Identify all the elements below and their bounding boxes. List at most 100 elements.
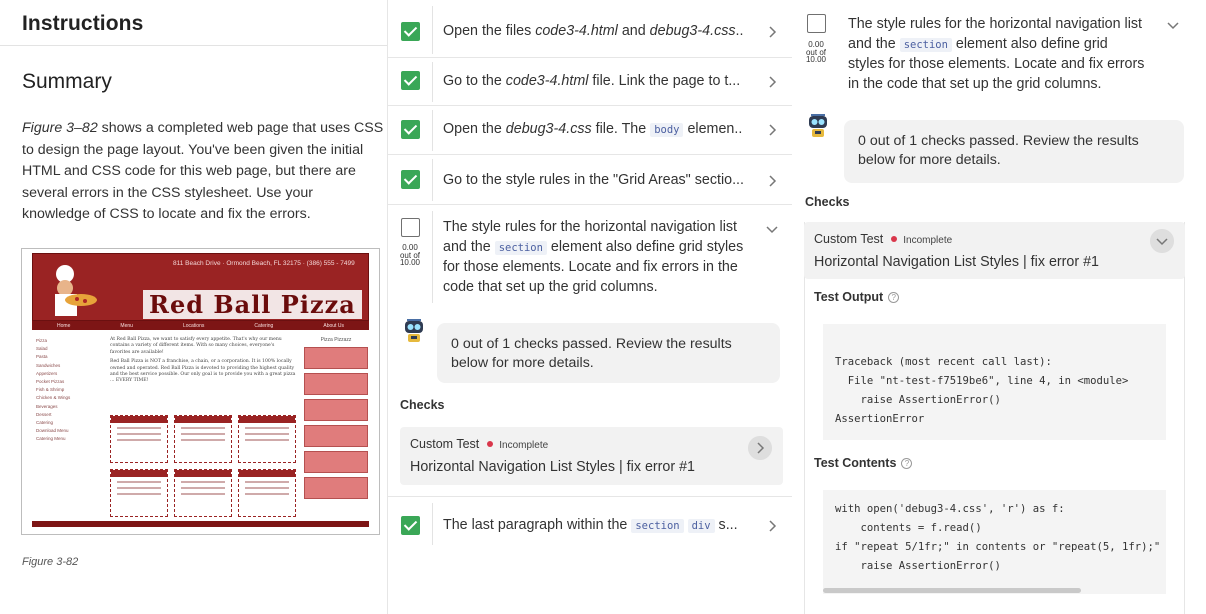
result-message: 0 out of 1 checks passed. Review the res…: [437, 323, 780, 383]
test-contents-label: Test Contents?: [814, 456, 913, 470]
instructions-pane: Instructions Summary Figure 3–82 shows a…: [0, 0, 388, 614]
figure-sidebar-item: Appetizers: [36, 370, 58, 376]
figure-fact-box: [304, 477, 368, 499]
checks-heading: Checks: [400, 398, 445, 412]
figure-sidebar-item: Chicken & Wings: [36, 395, 71, 401]
figure-caption: Figure 3-82: [22, 556, 79, 568]
instructions-header: Instructions: [0, 0, 387, 46]
figure-fact-box: [304, 373, 368, 395]
figure-right-label: Pizza Pizzazz: [320, 337, 352, 343]
horizontal-scrollbar[interactable]: [823, 588, 1081, 593]
step-item-5-expanded: 0.00 out of 10.00 The style rules for the …: [388, 205, 792, 497]
custom-test-title: Horizontal Navigation List Styles | fix …: [410, 459, 696, 475]
figure-fact-box: [304, 399, 368, 421]
figure-nav-item: Menu: [120, 322, 133, 329]
step-item-last[interactable]: The last paragraph within the section di…: [388, 497, 792, 551]
figure-coupon: [110, 415, 168, 463]
figure-paragraph: At Red Ball Pizza, we want to satisfy ev…: [110, 337, 282, 355]
figure-main: At Red Ball Pizza, we want to satisfy ev…: [110, 337, 296, 388]
figure-nav-item: Catering: [254, 322, 274, 329]
step-item-2[interactable]: Go to the code3-4.html file. Link the pa…: [388, 58, 792, 106]
figure-fact-box: [304, 347, 368, 369]
figure-coupon-grid: [110, 415, 296, 517]
figure-site-title: Red Ball Pizza: [143, 290, 362, 319]
checks-heading: Checks: [805, 195, 850, 209]
figure-footer: [32, 521, 369, 527]
figure-sidebar-item: Beverages: [36, 403, 58, 409]
incomplete-checkbox-icon[interactable]: [807, 14, 826, 33]
figure-fact-box: [304, 425, 368, 447]
figure-coupon: [238, 415, 296, 463]
figure-sidebar: Pizza Salad Pasta Sandwiches Appetizers …: [36, 337, 96, 444]
completed-checkbox-icon: [401, 71, 420, 90]
figure-sidebar-item: Download Menu: [36, 428, 69, 434]
chevron-right-icon[interactable]: [765, 75, 779, 89]
figure-sidebar-item: Dessert: [36, 411, 52, 417]
chevron-right-icon[interactable]: [765, 123, 779, 137]
step-description: The style rules for the horizontal navig…: [848, 16, 1145, 92]
status-badge: Incomplete: [499, 440, 549, 451]
custom-test-title: Horizontal Navigation List Styles | fix …: [814, 254, 1100, 270]
figure-screenshot: 811 Beach Drive · Ormond Beach, FL 32175…: [21, 248, 380, 535]
chevron-right-icon[interactable]: [748, 436, 772, 460]
figure-banner: 811 Beach Drive · Ormond Beach, FL 32175…: [32, 253, 369, 321]
result-message: 0 out of 1 checks passed. Review the res…: [844, 120, 1184, 183]
steps-pane: Open the files code3-4.html and debug3-4…: [388, 0, 792, 614]
custom-test-card[interactable]: Custom Test Incomplete Horizontal Navigat…: [400, 427, 783, 485]
step-label: Open the files code3-4.html and debug3-4…: [443, 23, 743, 39]
status-dot-icon: [487, 441, 494, 447]
test-detail-pane: 0.00 out of 10.00 The style rules for the …: [792, 0, 1206, 614]
figure-nav-item: Locations: [182, 322, 205, 329]
completed-checkbox-icon: [401, 120, 420, 139]
custom-test-card[interactable]: Custom Test Incomplete Horizontal Navigat…: [804, 222, 1185, 279]
status-dot-icon: [891, 236, 898, 242]
incomplete-checkbox-icon[interactable]: [401, 218, 420, 237]
step-score: 0.00 out of 10.00: [805, 40, 827, 65]
figure-reference: Figure 3–82: [22, 120, 98, 136]
chevron-right-icon[interactable]: [765, 519, 779, 533]
step-item-4[interactable]: Go to the style rules in the "Grid Areas…: [388, 155, 792, 205]
summary-text: Figure 3–82 shows a completed web page t…: [22, 118, 384, 226]
status-badge: Incomplete: [903, 235, 953, 246]
step-description: The style rules for the horizontal navig…: [443, 219, 744, 295]
chevron-right-icon[interactable]: [765, 174, 779, 188]
figure-sidebar-item: Pasta: [36, 354, 48, 360]
figure-sidebar-item: Catering: [36, 420, 54, 426]
figure-coupon: [174, 469, 232, 517]
test-output-label: Test Output?: [814, 290, 900, 304]
step-item-1[interactable]: Open the files code3-4.html and debug3-4…: [388, 0, 792, 58]
robot-avatar-icon: [405, 319, 423, 342]
step-score: 0.00 out of 10.00: [399, 243, 421, 268]
figure-fact-box: [304, 451, 368, 473]
figure-coupon: [110, 469, 168, 517]
step-item-3[interactable]: Open the debug3-4.css file. The body ele…: [388, 106, 792, 155]
figure-sidebar-item: Sandwiches: [36, 362, 61, 368]
figure-sidebar-item: Catering Menu: [36, 436, 66, 442]
instructions-title: Instructions: [22, 12, 144, 35]
chevron-up-icon[interactable]: [1150, 229, 1174, 253]
test-output-code: Traceback (most recent call last): File …: [823, 324, 1166, 440]
completed-checkbox-icon: [401, 170, 420, 189]
figure-nav-item: About Us: [323, 322, 344, 329]
custom-test-label: Custom Test Incomplete: [410, 437, 549, 451]
step-label: Open the debug3-4.css file. The body ele…: [443, 121, 743, 137]
figure-sidebar-item: Fish & Shrimp: [36, 387, 65, 393]
figure-nav: Home Menu Locations Catering About Us: [32, 321, 369, 330]
step-label: The last paragraph within the section di…: [443, 517, 738, 533]
figure-sidebar-item: Salad: [36, 346, 48, 352]
help-icon: ?: [901, 458, 913, 469]
chef-logo-icon: [55, 265, 97, 316]
robot-avatar-icon: [809, 114, 827, 137]
step-label: Go to the style rules in the "Grid Areas…: [443, 172, 743, 188]
chevron-down-icon[interactable]: [1166, 18, 1180, 32]
chevron-right-icon[interactable]: [765, 25, 779, 39]
step-label: Go to the code3-4.html file. Link the pa…: [443, 73, 741, 89]
custom-test-label: Custom Test Incomplete: [814, 232, 953, 246]
chevron-down-icon[interactable]: [765, 222, 779, 236]
figure-paragraph: Red Ball Pizza is NOT a franchise, a cha…: [110, 359, 296, 384]
figure-sidebar-item: Pocket Pizzas: [36, 379, 65, 385]
test-contents-code: with open('debug3-4.css', 'r') as f: con…: [823, 490, 1166, 594]
help-icon: ?: [888, 292, 900, 303]
figure-sidebar-item: Pizza: [36, 338, 48, 343]
completed-checkbox-icon: [401, 22, 420, 41]
